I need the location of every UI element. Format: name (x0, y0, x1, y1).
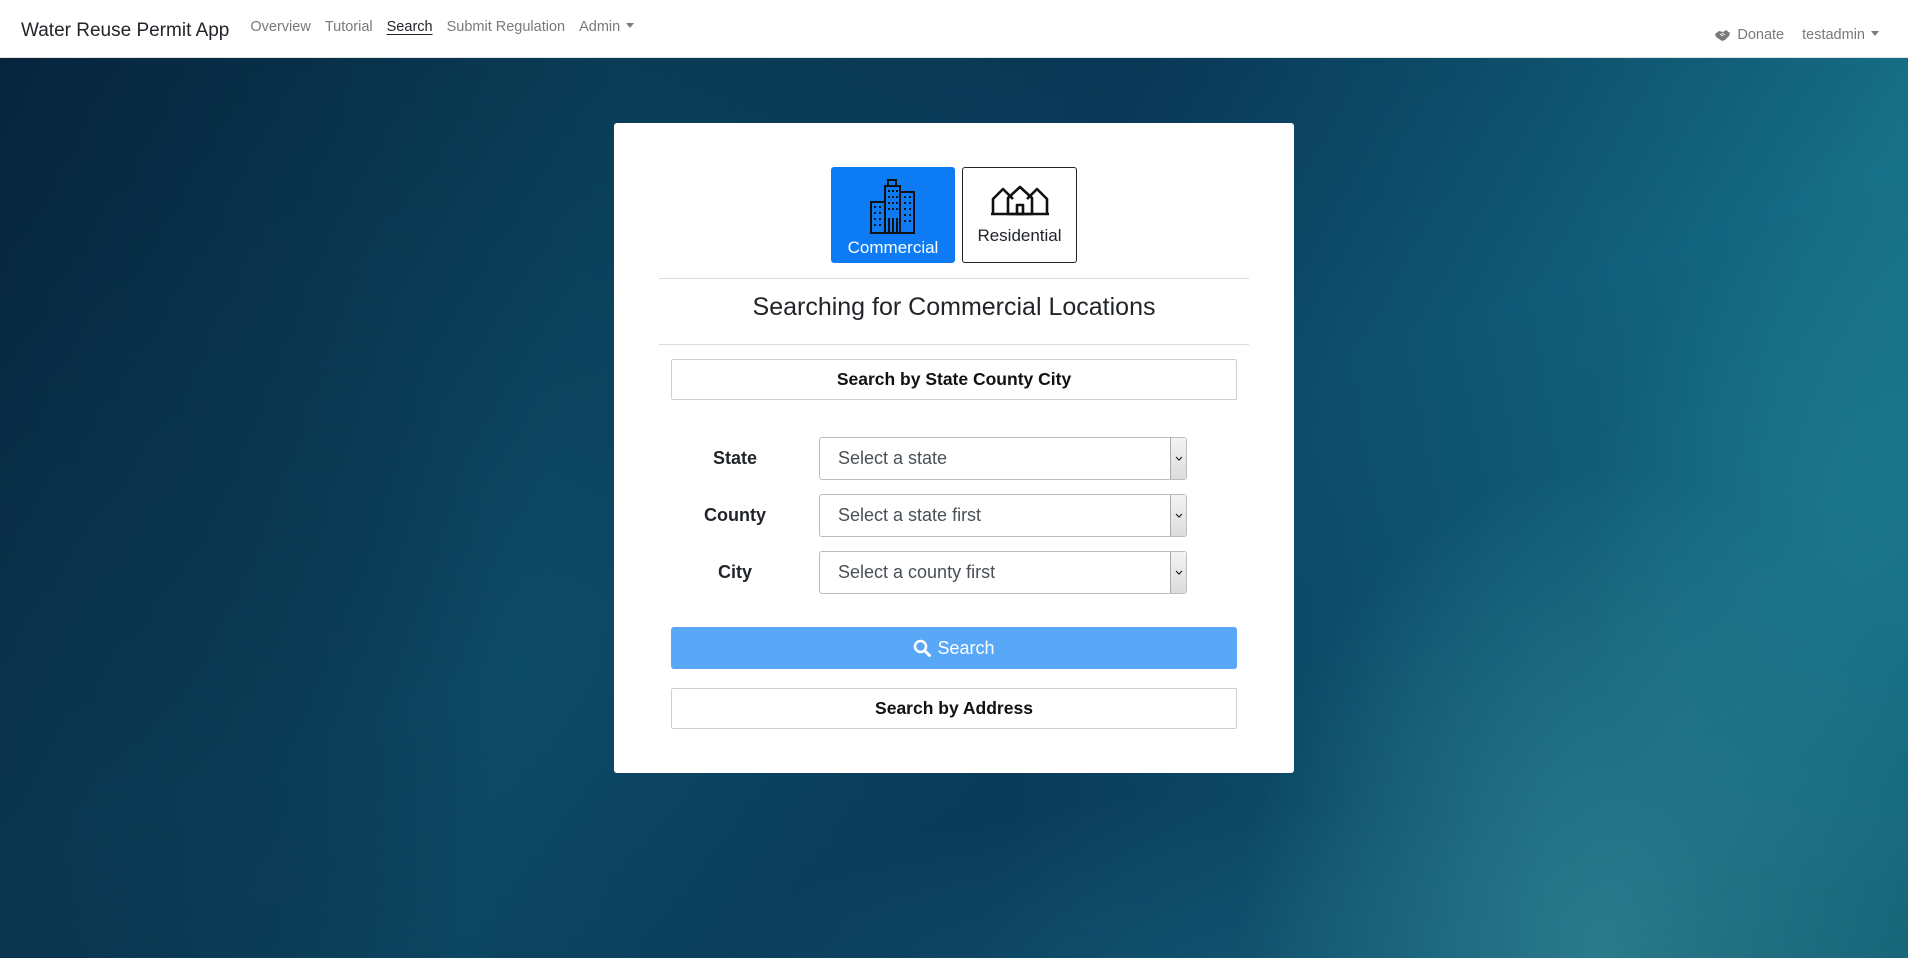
county-select-value: Select a state first (838, 505, 982, 525)
nav-dropdown-admin[interactable]: Admin (579, 19, 635, 35)
city-select-value: Select a county first (838, 562, 996, 582)
nav-links: Overview Tutorial Search Submit Regulati… (250, 19, 648, 35)
search-card: Commercial Residential Searching for Com… (614, 123, 1294, 773)
commercial-label: Commercial (847, 238, 939, 257)
chevron-down-icon (1170, 495, 1186, 536)
app-brand[interactable]: Water Reuse Permit App (21, 20, 229, 42)
chevron-down-icon (1170, 552, 1186, 593)
divider (659, 344, 1249, 345)
chevron-down-icon (1871, 31, 1879, 36)
search-button-label: Search (937, 637, 995, 658)
search-heading: Searching for Commercial Locations (752, 293, 1156, 321)
donate-label: Donate (1737, 27, 1785, 43)
nav-link-overview[interactable]: Overview (250, 19, 310, 35)
county-select[interactable]: Select a state first (819, 494, 1187, 537)
state-select[interactable]: Select a state (819, 437, 1187, 480)
state-select-value: Select a state (838, 448, 948, 468)
top-navbar: Water Reuse Permit App Overview Tutorial… (0, 0, 1908, 58)
search-button[interactable]: Search (671, 627, 1237, 669)
residential-type-button[interactable]: Residential (962, 167, 1077, 263)
buildings-icon (870, 179, 915, 234)
chevron-down-icon (1170, 438, 1186, 479)
nav-link-tutorial[interactable]: Tutorial (325, 19, 373, 35)
user-dropdown[interactable]: testadmin (1802, 27, 1879, 43)
search-by-address-button[interactable]: Search by Address (671, 688, 1237, 729)
divider (659, 278, 1249, 279)
chevron-down-icon (626, 23, 635, 28)
city-label: City (717, 562, 752, 582)
nav-right: Donate testadmin (1714, 6, 1879, 64)
state-label: State (712, 448, 757, 468)
residential-label: Residential (977, 226, 1062, 245)
houses-icon (990, 185, 1049, 216)
search-by-region-button[interactable]: Search by State County City (671, 359, 1237, 400)
county-label: County (704, 505, 766, 525)
city-select[interactable]: Select a county first (819, 551, 1187, 594)
nav-link-search[interactable]: Search (387, 19, 433, 35)
commercial-type-button[interactable]: Commercial (831, 167, 955, 263)
donate-link[interactable]: Donate (1714, 27, 1784, 43)
admin-label: Admin (579, 19, 621, 35)
search-icon (914, 639, 932, 657)
nav-link-submit-regulation[interactable]: Submit Regulation (447, 19, 566, 35)
user-label: testadmin (1802, 27, 1865, 43)
handshake-icon (1715, 29, 1731, 41)
